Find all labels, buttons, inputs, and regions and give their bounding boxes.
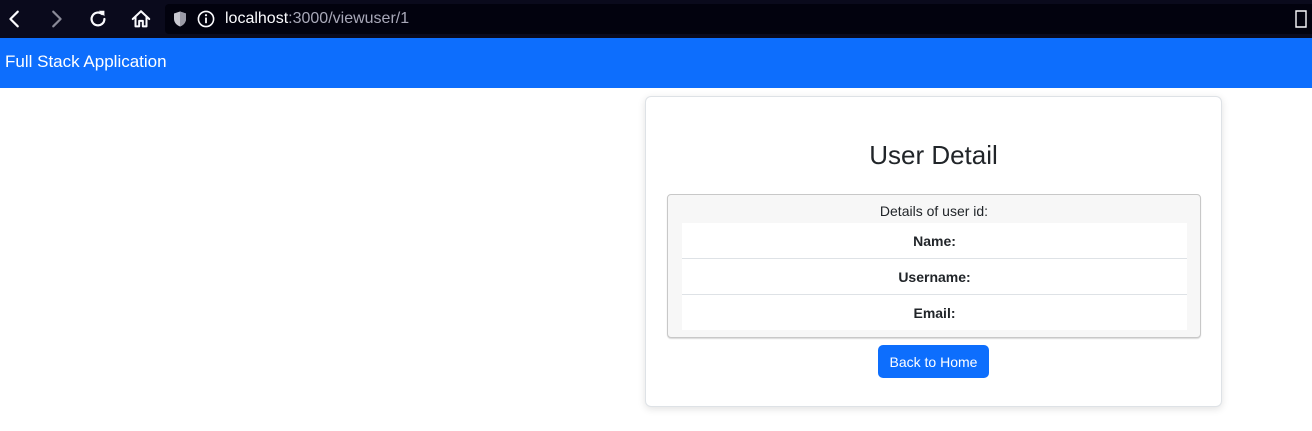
reload-icon[interactable] [83, 4, 113, 34]
reader-view-icon[interactable] [1294, 10, 1308, 28]
navbar-brand[interactable]: Full Stack Application [5, 52, 167, 72]
home-icon[interactable] [126, 4, 156, 34]
details-header: Details of user id: [879, 203, 989, 219]
back-arrow-icon[interactable] [0, 4, 30, 34]
user-detail-card: User Detail Details of user id: Name: Us… [645, 96, 1222, 407]
browser-toolbar: localhost:3000/viewuser/1 [0, 0, 1312, 38]
url-host: localhost [225, 10, 289, 27]
url-path: :3000/viewuser/1 [288, 10, 410, 27]
url-bar[interactable]: localhost:3000/viewuser/1 [165, 4, 1312, 34]
url-text[interactable]: localhost:3000/viewuser/1 [225, 10, 409, 28]
shield-icon[interactable] [173, 11, 187, 27]
back-to-home-button[interactable]: Back to Home [878, 345, 989, 378]
list-item-username: Username: [682, 259, 1187, 295]
page-title: User Detail [869, 140, 998, 170]
details-panel: Details of user id: Name: Username: Emai… [667, 194, 1201, 338]
username-label: Username: [898, 268, 971, 285]
app-navbar: Full Stack Application [0, 38, 1312, 88]
info-icon[interactable] [197, 10, 215, 28]
name-label: Name: [913, 232, 956, 249]
list-item-email: Email: [682, 295, 1187, 330]
list-item-name: Name: [682, 223, 1187, 259]
details-list: Name: Username: Email: [682, 223, 1187, 330]
forward-arrow-icon[interactable] [41, 4, 71, 34]
email-label: Email: [913, 304, 956, 321]
